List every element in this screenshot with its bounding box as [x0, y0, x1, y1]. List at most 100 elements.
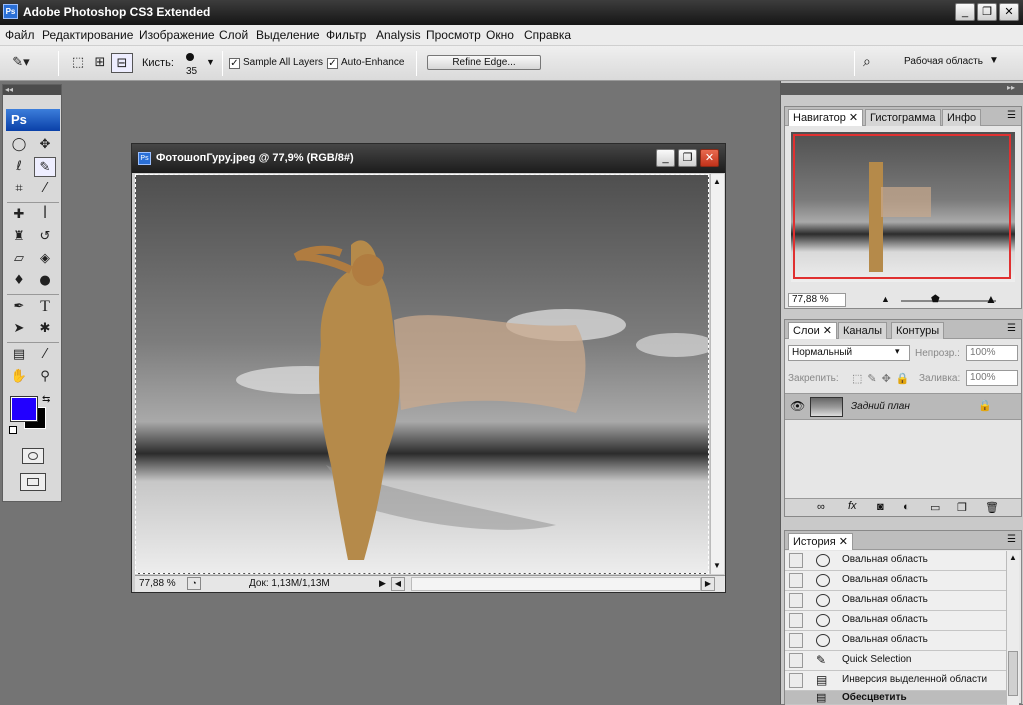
- screen-mode-icon[interactable]: [20, 473, 46, 491]
- tab-histogram[interactable]: Гистограмма: [865, 109, 941, 126]
- menu-edit[interactable]: Редактирование: [42, 28, 133, 42]
- menu-file[interactable]: Файл: [5, 28, 35, 42]
- layer-style-icon[interactable]: fx: [848, 500, 857, 512]
- opacity-field[interactable]: 100%: [966, 345, 1018, 361]
- tab-channels[interactable]: Каналы: [838, 322, 888, 339]
- workspace-dropdown-icon[interactable]: ▼: [989, 55, 999, 66]
- history-item[interactable]: ▤ Инверсия выделенной области: [785, 671, 1019, 691]
- menu-filter[interactable]: Фильтр: [326, 28, 366, 42]
- menu-help[interactable]: Справка: [524, 28, 571, 42]
- scroll-up-icon[interactable]: ▲: [1009, 553, 1017, 562]
- marquee-tool-icon[interactable]: ◯: [8, 135, 30, 155]
- eraser-tool-icon[interactable]: ▱: [8, 249, 30, 269]
- healing-brush-tool-icon[interactable]: ✚: [8, 205, 30, 225]
- tool-preset-picker[interactable]: ✎▾: [10, 53, 32, 73]
- quick-mask-icon[interactable]: [22, 448, 44, 464]
- history-item[interactable]: Овальная область: [785, 551, 1019, 571]
- dodge-tool-icon[interactable]: ●: [34, 271, 56, 291]
- quick-selection-tool-icon[interactable]: ✎: [34, 157, 56, 177]
- tab-paths[interactable]: Контуры: [891, 322, 945, 339]
- menu-analysis[interactable]: Analysis: [376, 28, 421, 42]
- add-to-selection-icon[interactable]: ⊞: [89, 53, 111, 73]
- file-browser-icon[interactable]: ⌕: [863, 53, 885, 73]
- sample-all-layers-checkbox[interactable]: ✓: [229, 58, 240, 69]
- eye-icon[interactable]: 👁: [790, 399, 805, 413]
- history-brush-source-checkbox[interactable]: [789, 573, 803, 588]
- lock-icons[interactable]: ⬚✎✥🔒: [852, 372, 915, 385]
- history-brush-source-checkbox[interactable]: [789, 593, 803, 608]
- subtract-from-selection-icon[interactable]: ⊟: [111, 53, 133, 73]
- restore-button[interactable]: ❐: [977, 3, 997, 21]
- toolbox-collapse-icon[interactable]: ◂◂: [3, 85, 61, 95]
- adjustment-layer-icon[interactable]: ◐: [903, 501, 910, 513]
- hand-tool-icon[interactable]: ✋: [8, 367, 30, 387]
- document-title-bar[interactable]: Ps ФотошопГуру.jpeg @ 77,9% (RGB/8#) _ ❐…: [132, 144, 725, 173]
- status-menu-icon[interactable]: ◔: [187, 577, 201, 590]
- history-item[interactable]: Овальная область: [785, 571, 1019, 591]
- eyedropper-tool-icon[interactable]: ⁄: [34, 345, 56, 365]
- tab-navigator[interactable]: Навигатор ✕: [788, 109, 864, 126]
- clone-stamp-tool-icon[interactable]: ♜: [8, 227, 30, 247]
- auto-enhance-checkbox[interactable]: ✓: [327, 58, 338, 69]
- panel-menu-icon[interactable]: ☰: [1007, 323, 1016, 334]
- scroll-down-icon[interactable]: ▼: [713, 561, 721, 570]
- menu-layer[interactable]: Слой: [219, 28, 248, 42]
- view-box[interactable]: [793, 134, 1011, 279]
- scroll-left-icon[interactable]: ◀: [391, 577, 405, 591]
- panel-menu-icon[interactable]: ☰: [1007, 110, 1016, 121]
- navigator-zoom-field[interactable]: 77,88 %: [788, 293, 846, 307]
- path-selection-tool-icon[interactable]: ➤: [8, 319, 30, 339]
- collapse-dock-icon[interactable]: ▸▸: [1007, 83, 1015, 92]
- history-brush-source-checkbox[interactable]: [789, 633, 803, 648]
- close-button[interactable]: ✕: [999, 3, 1019, 21]
- type-tool-icon[interactable]: T: [34, 297, 56, 317]
- new-group-icon[interactable]: ▭: [930, 501, 940, 514]
- crop-tool-icon[interactable]: ⌗: [8, 179, 30, 199]
- blend-mode-dropdown-icon[interactable]: ▾: [895, 346, 900, 357]
- history-item[interactable]: Овальная область: [785, 631, 1019, 651]
- navigator-thumbnail[interactable]: [791, 132, 1015, 282]
- pen-tool-icon[interactable]: ✒: [8, 297, 30, 317]
- custom-shape-tool-icon[interactable]: ✱: [34, 319, 56, 339]
- horizontal-scrollbar[interactable]: [411, 577, 701, 591]
- blend-mode-select[interactable]: Нормальный: [788, 345, 910, 361]
- panel-dock-header[interactable]: ▸▸: [781, 83, 1023, 95]
- history-brush-source-checkbox[interactable]: [789, 613, 803, 628]
- delete-layer-icon[interactable]: 🗑: [985, 501, 999, 514]
- history-brush-source-checkbox[interactable]: [789, 653, 803, 668]
- history-item[interactable]: Овальная область: [785, 611, 1019, 631]
- link-layers-icon[interactable]: ∞: [817, 501, 825, 513]
- fill-field[interactable]: 100%: [966, 370, 1018, 386]
- image-canvas[interactable]: [135, 174, 709, 574]
- brush-dropdown-icon[interactable]: ▼: [206, 57, 215, 67]
- scroll-thumb[interactable]: [1008, 651, 1018, 696]
- notes-tool-icon[interactable]: ▤: [8, 345, 30, 365]
- scroll-right-icon[interactable]: ▶: [701, 577, 715, 591]
- history-item-current[interactable]: ▤ Обесцветить: [785, 691, 1019, 705]
- document-restore-button[interactable]: ❐: [678, 149, 697, 167]
- zoom-out-icon[interactable]: ▲: [881, 294, 890, 304]
- panel-menu-icon[interactable]: ☰: [1007, 534, 1016, 545]
- document-close-button[interactable]: ✕: [700, 149, 719, 167]
- minimize-button[interactable]: _: [955, 3, 975, 21]
- menu-view[interactable]: Просмотр: [426, 28, 481, 42]
- scroll-up-icon[interactable]: ▲: [713, 177, 721, 186]
- zoom-in-icon[interactable]: ▲: [985, 292, 997, 306]
- tab-layers[interactable]: Слои ✕: [788, 322, 838, 339]
- zoom-slider[interactable]: [901, 300, 996, 302]
- menu-select[interactable]: Выделение: [256, 28, 320, 42]
- blur-tool-icon[interactable]: ♦: [8, 271, 30, 291]
- new-selection-icon[interactable]: ⬚: [67, 53, 89, 73]
- menu-image[interactable]: Изображение: [139, 28, 215, 42]
- history-item[interactable]: ✎ Quick Selection: [785, 651, 1019, 671]
- menu-window[interactable]: Окно: [486, 28, 514, 42]
- tab-info[interactable]: Инфо: [942, 109, 982, 126]
- history-item[interactable]: Овальная область: [785, 591, 1019, 611]
- foreground-color-swatch[interactable]: [10, 396, 38, 422]
- document-minimize-button[interactable]: _: [656, 149, 675, 167]
- zoom-slider-handle[interactable]: ⬟: [931, 294, 940, 305]
- history-scrollbar[interactable]: ▲: [1006, 551, 1019, 705]
- swap-colors-icon[interactable]: ⇆: [42, 394, 50, 405]
- lasso-tool-icon[interactable]: ℓ: [8, 157, 30, 177]
- refine-edge-button[interactable]: Refine Edge...: [427, 55, 541, 70]
